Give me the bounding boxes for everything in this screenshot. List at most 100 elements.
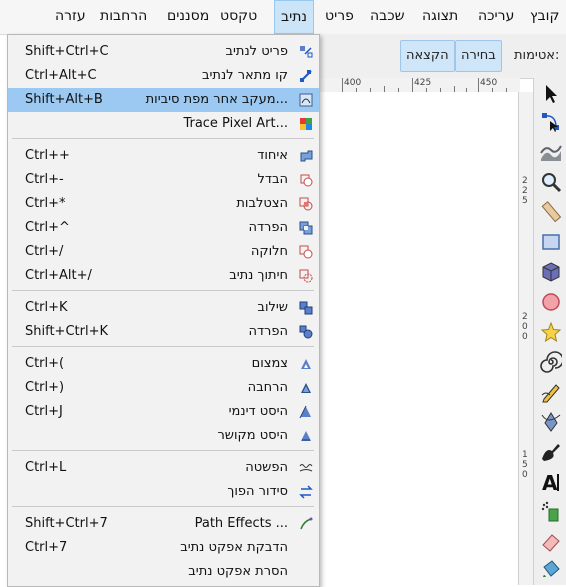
ruler-label: 450 xyxy=(480,78,498,88)
menu-item-label: מעקב אחר מפת סיביות... xyxy=(145,92,288,107)
selection-button[interactable]: בחירה xyxy=(455,40,502,72)
menu-item-path-reverse[interactable]: סידור הפוך xyxy=(8,480,319,504)
rect-tool-icon[interactable] xyxy=(538,230,564,254)
menu-item-shortcut: Ctrl+* xyxy=(25,196,66,211)
menu-item-trace-bitmap[interactable]: Shift+Alt+B מעקב אחר מפת סיביות... xyxy=(8,88,319,112)
menu-file[interactable]: קובץ xyxy=(530,8,559,24)
ruler-label: 150 xyxy=(522,450,528,480)
menu-item-path-intersection[interactable]: Ctrl+* הצטלבות xyxy=(8,192,319,216)
menu-item-label: Path Effects ... xyxy=(194,516,288,531)
zoom-tool-icon[interactable] xyxy=(538,170,564,194)
menu-item-trace-pixel-art[interactable]: Trace Pixel Art... xyxy=(8,112,319,136)
menu-item-path-outset[interactable]: Ctrl+) הרחבה xyxy=(8,376,319,400)
eraser-tool-icon[interactable] xyxy=(538,530,564,554)
menu-separator xyxy=(12,506,314,507)
menu-extensions[interactable]: הרחבות xyxy=(100,8,147,24)
menu-item-shortcut: Shift+Ctrl+7 xyxy=(25,516,108,531)
path-menu-dropdown: Shift+Ctrl+C פריט לנתיב Ctrl+Alt+C קו מתאר … xyxy=(7,34,320,587)
menu-item-linked-offset[interactable]: היסט מקושר xyxy=(8,424,319,448)
menu-separator xyxy=(12,346,314,347)
menu-item-path-division[interactable]: Ctrl+/ חלוקה xyxy=(8,240,319,264)
menu-item-shortcut: Shift+Ctrl+K xyxy=(25,324,108,339)
path-reverse-icon xyxy=(299,485,313,499)
spray-tool-icon[interactable] xyxy=(538,500,564,524)
path-simplify-icon xyxy=(299,461,313,475)
menu-item-row-19[interactable]: Ctrl+7 הדבקת אפקט נתיב xyxy=(8,536,319,560)
menu-help[interactable]: עזרה xyxy=(55,8,86,24)
bucket-tool-icon[interactable] xyxy=(538,558,564,582)
menu-item-shortcut: Ctrl+^ xyxy=(25,220,70,235)
menu-item-path-union[interactable]: Ctrl++ איחוד xyxy=(8,144,319,168)
menu-object[interactable]: פריט xyxy=(325,8,354,24)
path-break-apart-icon xyxy=(299,325,313,339)
selector-tool-icon[interactable] xyxy=(538,82,564,106)
menu-item-path-combine[interactable]: Ctrl+K שילוב xyxy=(8,296,319,320)
tweak-tool-icon[interactable] xyxy=(538,140,564,164)
node-tool-icon[interactable] xyxy=(538,110,564,134)
menu-item-label: היסט דינמי xyxy=(228,404,288,419)
menu-item-shortcut: Ctrl+/ xyxy=(25,244,64,259)
menu-item-path-cut[interactable]: Ctrl+Alt+/ חיתוך נתיב xyxy=(8,264,319,288)
menu-item-object-to-path[interactable]: Shift+Ctrl+C פריט לנתיב xyxy=(8,40,319,64)
calligraphy-tool-icon[interactable] xyxy=(538,440,564,464)
menu-item-shortcut: Ctrl+Alt+/ xyxy=(25,268,92,283)
menu-item-path-simplify[interactable]: Ctrl+L הפשטה xyxy=(8,456,319,480)
text-tool-icon[interactable]: A xyxy=(538,470,564,495)
pencil-tool-icon[interactable] xyxy=(538,380,564,404)
ellipse-tool-icon[interactable] xyxy=(538,290,564,314)
menu-item-label: הפרדה xyxy=(248,220,288,235)
menu-item-label: שילוב xyxy=(257,300,288,315)
menu-item-label: פריט לנתיב xyxy=(225,44,289,59)
horizontal-ruler[interactable]: 400 425 450 xyxy=(320,78,520,93)
path-cut-icon xyxy=(299,269,313,283)
spiral-tool-icon[interactable] xyxy=(538,350,564,374)
menu-item-label: Trace Pixel Art... xyxy=(183,116,288,131)
menu-separator xyxy=(12,138,314,139)
menu-item-label: הדבקת אפקט נתיב xyxy=(180,540,288,555)
ruler-tick xyxy=(412,78,413,92)
menu-edit[interactable]: עריכה xyxy=(478,8,514,24)
menu-item-path-effects[interactable]: Shift+Ctrl+7 Path Effects ... xyxy=(8,512,319,536)
group-button[interactable]: הקצאה xyxy=(400,40,455,72)
vertical-ruler[interactable]: 225 200 150 xyxy=(518,92,533,585)
star-tool-icon[interactable] xyxy=(538,320,564,344)
path-outset-icon xyxy=(299,381,313,395)
trace-pixel-art-icon xyxy=(299,117,313,131)
menu-text[interactable]: טקסט xyxy=(220,8,257,24)
trace-bitmap-icon xyxy=(299,93,313,107)
measure-tool-icon[interactable] xyxy=(538,200,564,224)
menu-item-shortcut: Ctrl+) xyxy=(25,380,65,395)
menu-item-label: הסרת אפקט נתיב xyxy=(188,564,288,579)
menu-separator xyxy=(12,290,314,291)
menu-layer[interactable]: שכבה xyxy=(370,8,405,24)
ruler-tick xyxy=(478,78,479,92)
menu-item-path-break-apart[interactable]: Shift+Ctrl+K הפרדה xyxy=(8,320,319,344)
menu-item-shortcut: Ctrl+7 xyxy=(25,540,68,555)
menu-view[interactable]: תצוגה xyxy=(422,8,458,24)
tool-controls-bar: אטימות: בחירה הקצאה xyxy=(320,34,566,79)
path-inset-icon xyxy=(299,357,313,371)
menu-item-path-inset[interactable]: Ctrl+(צמצום xyxy=(8,352,319,376)
menu-item-shortcut: Shift+Alt+B xyxy=(25,92,103,107)
menu-item-path-exclusion[interactable]: Ctrl+^ הפרדה xyxy=(8,216,319,240)
menu-item-stroke-to-path[interactable]: Ctrl+Alt+C קו מתאר לנתיב xyxy=(8,64,319,88)
menu-path[interactable]: נתיב xyxy=(274,0,315,34)
menu-item-path-difference[interactable]: Ctrl+- הבדל xyxy=(8,168,319,192)
menu-item-shortcut: Ctrl+( xyxy=(25,356,65,371)
menu-item-shortcut: Ctrl+L xyxy=(25,460,67,475)
path-effects-icon xyxy=(299,517,313,531)
menu-item-dynamic-offset[interactable]: Ctrl+J היסט דינמי xyxy=(8,400,319,424)
linked-offset-icon xyxy=(299,429,313,443)
menu-item-label: קו מתאר לנתיב xyxy=(202,68,288,83)
3dbox-tool-icon[interactable] xyxy=(538,260,564,284)
menu-item-row-20[interactable]: הסרת אפקט נתיב xyxy=(8,560,319,584)
menu-item-label: חיתוך נתיב xyxy=(229,268,288,283)
menu-filters[interactable]: מסננים xyxy=(167,8,209,24)
pen-tool-icon[interactable] xyxy=(538,410,564,434)
menu-item-shortcut: Ctrl++ xyxy=(25,148,70,163)
ruler-label: 400 xyxy=(344,78,362,88)
drawing-canvas[interactable] xyxy=(320,92,518,585)
menu-item-shortcut: Shift+Ctrl+C xyxy=(25,44,109,59)
menu-item-label: איחוד xyxy=(257,148,288,163)
toolbox: A xyxy=(533,78,566,585)
